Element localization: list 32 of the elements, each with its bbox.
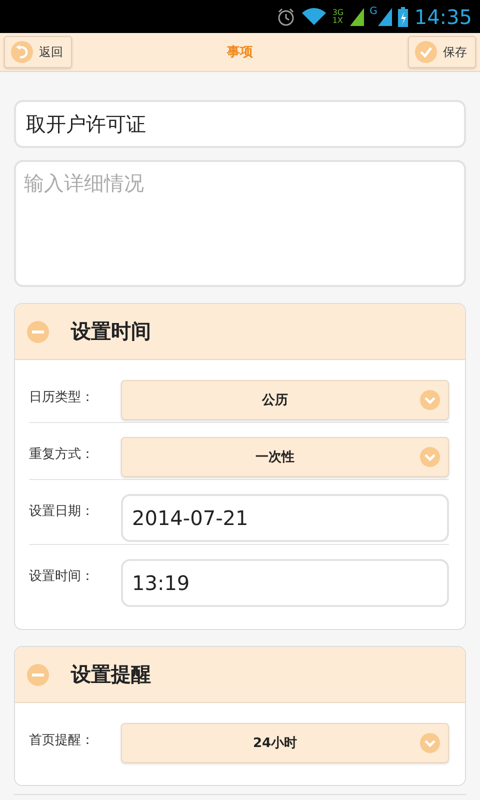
battery-icon — [398, 6, 408, 26]
network-label: 3G 1X — [332, 8, 344, 24]
dropdown[interactable]: 一次性 — [121, 437, 449, 477]
input-field[interactable]: 2014-07-21 — [121, 494, 449, 542]
field-label: 设置时间： — [29, 568, 95, 585]
wifi-icon — [302, 8, 326, 26]
chevron-down-icon — [420, 733, 440, 753]
check-icon — [415, 41, 437, 63]
field-label: 首页提醒： — [29, 732, 95, 749]
chevron-down-icon — [420, 390, 440, 410]
dropdown[interactable]: 24小时 — [121, 723, 449, 763]
signal-icon — [350, 8, 364, 26]
page-title: 事项 — [227, 44, 253, 61]
detail-field[interactable]: 输入详细情况 — [14, 160, 466, 287]
field-label: 日历类型： — [29, 389, 95, 406]
signal-icon — [378, 8, 392, 26]
clock-time: 14:35 — [414, 4, 472, 28]
field-label: 重复方式： — [29, 446, 95, 463]
save-button[interactable]: 保存 — [408, 36, 476, 68]
section-title: 设置提醒 — [71, 661, 151, 688]
title-field[interactable]: 取开户许可证 — [14, 100, 466, 148]
input-field[interactable]: 13:19 — [121, 559, 449, 607]
field-label: 设置日期： — [29, 503, 95, 520]
dropdown[interactable]: 公历 — [121, 380, 449, 420]
back-button[interactable]: 返回 — [4, 36, 72, 68]
section-header[interactable]: 设置时间 — [15, 304, 465, 360]
section-header[interactable]: 设置提醒 — [15, 647, 465, 703]
chevron-down-icon — [420, 447, 440, 467]
undo-icon — [11, 41, 33, 63]
alarm-clock-icon — [276, 6, 296, 26]
section-title: 设置时间 — [71, 318, 151, 345]
network-label: G — [370, 6, 378, 17]
